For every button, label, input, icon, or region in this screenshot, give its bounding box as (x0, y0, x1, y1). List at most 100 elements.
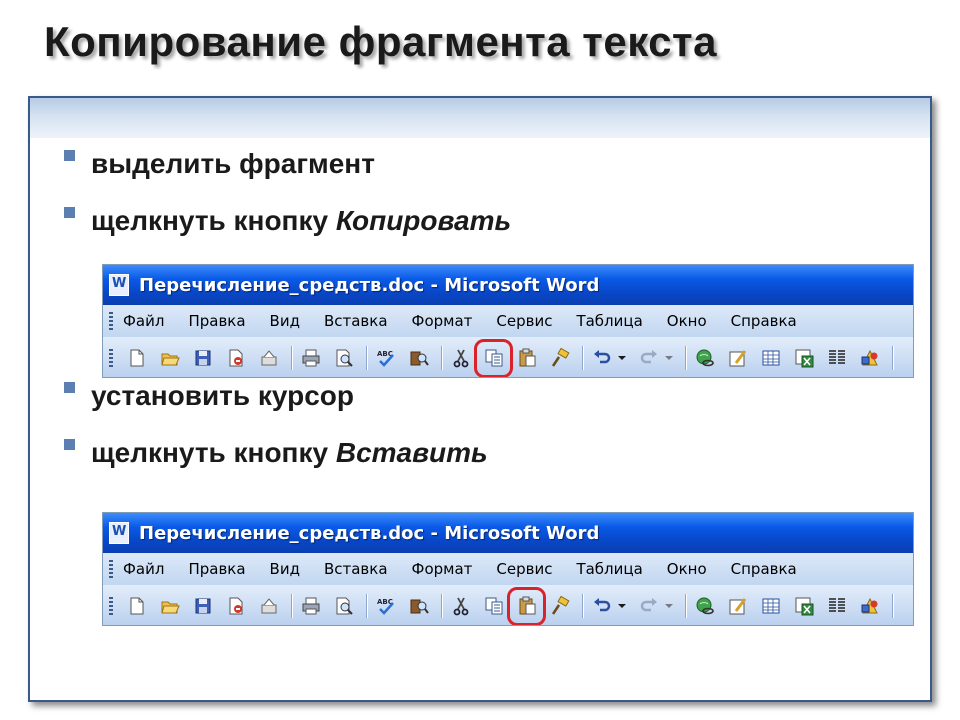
toolbar-separator (366, 594, 367, 618)
menu-file[interactable]: Файл (123, 312, 164, 330)
insert-excel-icon (795, 349, 813, 368)
spelling-button[interactable]: ABC (372, 345, 399, 372)
drawing-icon (861, 597, 878, 614)
spelling-button[interactable]: ABC (372, 593, 399, 620)
insert-excel-button[interactable] (790, 593, 817, 620)
panel-header-band (30, 98, 930, 138)
format-painter-button[interactable] (546, 593, 573, 620)
bullet-set-cursor: установить курсор (64, 380, 354, 412)
redo-dropdown-arrow[interactable] (664, 593, 674, 620)
toolbar-separator (291, 346, 292, 370)
copy-button[interactable] (474, 338, 513, 377)
paste-button[interactable] (513, 345, 540, 372)
menu-tools[interactable]: Сервис (496, 560, 552, 578)
menu-table[interactable]: Таблица (576, 312, 642, 330)
insert-table-button[interactable] (757, 345, 784, 372)
menu-table[interactable]: Таблица (576, 560, 642, 578)
menu-window[interactable]: Окно (667, 312, 707, 330)
drawing-button[interactable] (856, 593, 883, 620)
toolbar-separator (685, 346, 686, 370)
format-painter-button[interactable] (546, 345, 573, 372)
print-button[interactable] (297, 593, 324, 620)
permission-button[interactable] (222, 593, 249, 620)
open-button[interactable] (156, 345, 183, 372)
hyperlink-button[interactable] (691, 345, 718, 372)
permission-button[interactable] (222, 345, 249, 372)
menu-window[interactable]: Окно (667, 560, 707, 578)
email-button[interactable] (255, 593, 282, 620)
cut-button[interactable] (447, 593, 474, 620)
print-preview-button[interactable] (330, 345, 357, 372)
redo-button[interactable] (635, 345, 662, 372)
word-window-paste: Перечисление_средств.doc - Microsoft Wor… (102, 512, 914, 626)
insert-excel-button[interactable] (790, 345, 817, 372)
open-button[interactable] (156, 593, 183, 620)
format-painter-icon (551, 596, 570, 615)
menu-tools[interactable]: Сервис (496, 312, 552, 330)
toolbar-separator (892, 346, 893, 370)
paste-icon (519, 596, 535, 615)
print-preview-button[interactable] (330, 593, 357, 620)
copy-button[interactable] (480, 593, 507, 620)
drawing-button[interactable] (856, 345, 883, 372)
research-button[interactable] (405, 593, 432, 620)
menu-edit[interactable]: Правка (188, 312, 245, 330)
open-folder-icon (160, 601, 180, 614)
window-title: Перечисление_средств.doc - Microsoft Wor… (139, 274, 600, 296)
drawing-icon (861, 349, 878, 366)
spelling-icon: ABC (377, 598, 394, 615)
menu-view[interactable]: Вид (270, 312, 300, 330)
menu-grip-icon (109, 312, 113, 330)
content-panel: выделить фрагмент щелкнуть кнопку Копиро… (28, 96, 932, 702)
permission-icon (229, 349, 242, 367)
redo-dropdown-arrow[interactable] (664, 345, 674, 372)
menu-insert[interactable]: Вставка (324, 560, 388, 578)
bullet-square-icon (64, 150, 75, 162)
insert-table-icon (762, 350, 779, 366)
research-button[interactable] (405, 345, 432, 372)
columns-button[interactable] (823, 593, 850, 620)
undo-button[interactable] (588, 593, 615, 620)
insert-excel-icon (795, 597, 813, 616)
new-document-button[interactable] (123, 593, 150, 620)
undo-dropdown-arrow[interactable] (617, 345, 627, 372)
new-document-button[interactable] (123, 345, 150, 372)
print-button[interactable] (297, 345, 324, 372)
columns-button[interactable] (823, 345, 850, 372)
menu-grip-icon (109, 560, 113, 578)
toolbar-separator (291, 594, 292, 618)
insert-table-button[interactable] (757, 593, 784, 620)
menu-insert[interactable]: Вставка (324, 312, 388, 330)
permission-icon (229, 597, 242, 615)
cut-button[interactable] (447, 345, 474, 372)
save-icon (195, 598, 210, 614)
menu-bar: Файл Правка Вид Вставка Формат Сервис Та… (103, 553, 913, 585)
redo-button[interactable] (635, 593, 662, 620)
menu-file[interactable]: Файл (123, 560, 164, 578)
insert-table-icon (762, 598, 779, 614)
email-button[interactable] (255, 345, 282, 372)
save-button[interactable] (189, 345, 216, 372)
hyperlink-icon (696, 597, 714, 615)
email-icon (261, 350, 276, 366)
menu-edit[interactable]: Правка (188, 560, 245, 578)
undo-button[interactable] (588, 345, 615, 372)
bullet-square-icon (64, 382, 75, 394)
paste-button[interactable] (507, 586, 546, 625)
undo-dropdown-arrow[interactable] (617, 593, 627, 620)
menu-format[interactable]: Формат (412, 312, 473, 330)
print-preview-icon (336, 349, 353, 367)
menu-help[interactable]: Справка (731, 560, 797, 578)
save-button[interactable] (189, 593, 216, 620)
window-title: Перечисление_средств.doc - Microsoft Wor… (139, 522, 600, 544)
copy-icon (485, 597, 502, 615)
hyperlink-button[interactable] (691, 593, 718, 620)
tables-borders-button[interactable] (724, 345, 751, 372)
menu-format[interactable]: Формат (412, 560, 473, 578)
menu-help[interactable]: Справка (731, 312, 797, 330)
redo-icon (640, 350, 657, 364)
tables-borders-button[interactable] (724, 593, 751, 620)
menu-view[interactable]: Вид (270, 560, 300, 578)
paste-icon (519, 348, 535, 367)
tables-borders-icon (729, 598, 746, 615)
